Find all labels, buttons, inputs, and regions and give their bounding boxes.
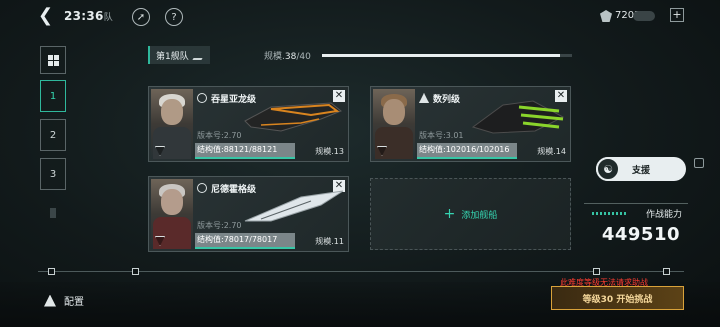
edit-pencil-icon[interactable]	[192, 50, 207, 60]
ship-hp-bar	[195, 247, 295, 249]
start-challenge-button[interactable]: 等级30 开始挑战	[551, 286, 684, 310]
combat-power-label: 作战能力	[645, 210, 682, 220]
timeline-node	[663, 268, 670, 275]
ship-version: 版本号:2.70	[197, 221, 242, 230]
add-resource-button[interactable]: +	[670, 8, 684, 22]
ship-hp: 结构值:78017/78017	[195, 233, 295, 247]
clock-text: 23:36队	[64, 9, 114, 23]
ship-card-2[interactable]: 数列级 ✕ 版本号:3.01 结构值:102016/102016 规模.14	[370, 86, 571, 162]
resource-slot	[633, 11, 655, 21]
ship-card-3[interactable]: 尼德霍格级 ✕ 版本号:2.70 结构值:78017/78017 规模.11	[148, 176, 349, 252]
help-icon[interactable]: ?	[165, 8, 183, 26]
config-label: 配置	[64, 297, 84, 308]
fleet-tab-1[interactable]: 1	[40, 80, 66, 112]
ship-scale: 规模.11	[315, 237, 344, 246]
ship-image	[244, 102, 342, 132]
combat-power-value: 449510	[601, 224, 680, 245]
collapse-icon[interactable]	[694, 158, 704, 168]
rocket-icon[interactable]: ➚	[132, 8, 150, 26]
ship-version: 版本号:3.01	[419, 131, 464, 140]
ship-type-icon	[419, 93, 429, 103]
ship-version: 版本号:2.70	[197, 131, 242, 140]
config-icon	[44, 294, 56, 307]
ship-type-icon	[197, 183, 207, 193]
ship-name: 数列级	[433, 95, 461, 105]
ship-hp: 结构值:88121/88121	[195, 143, 295, 157]
captain-portrait	[151, 179, 193, 249]
ship-card-1[interactable]: 吞星亚龙级 ✕ 版本号:2.70 结构值:88121/88121 规模.13	[148, 86, 349, 162]
fleet-grid-button[interactable]	[40, 46, 66, 74]
top-bar: ❮ 23:36队 ➚ ? 7202 +	[0, 0, 720, 34]
captain-portrait	[151, 89, 193, 159]
handshake-icon: ☯	[596, 157, 620, 181]
power-ticks-decoration	[592, 212, 628, 215]
timeline-node	[593, 268, 600, 275]
fleet-tab-2[interactable]: 2	[40, 119, 66, 151]
grid-icon	[47, 54, 59, 66]
fleet-scale-bar	[322, 54, 572, 57]
combat-power-panel: 作战能力 449510	[584, 203, 688, 249]
captain-portrait	[373, 89, 415, 159]
ship-hp: 结构值:102016/102016	[417, 143, 517, 157]
ship-hp-bar	[417, 157, 517, 159]
timeline-node	[132, 268, 139, 275]
ship-scale: 规模.14	[537, 147, 566, 156]
fleet-scale-fill	[322, 54, 560, 57]
ship-hp-bar	[195, 157, 295, 159]
timeline-node	[48, 268, 55, 275]
fleet-tab-3[interactable]: 3	[40, 158, 66, 190]
config-button[interactable]: 配置	[44, 293, 84, 308]
fleet-name: 第1舰队	[156, 51, 189, 62]
fleet-header: 第1舰队	[148, 46, 210, 64]
start-challenge-label: 等级30 开始挑战	[582, 294, 653, 305]
fleet-scale-label: 规模.38/40	[264, 52, 311, 62]
support-label: 支援	[632, 165, 651, 176]
fleet-tab-more	[50, 208, 56, 218]
add-ship-button[interactable]: + 添加舰船	[370, 178, 571, 250]
support-button[interactable]: ☯ 支援	[596, 157, 686, 181]
ship-type-icon	[197, 93, 207, 103]
add-ship-label: 添加舰船	[461, 210, 498, 221]
ship-scale: 规模.13	[315, 147, 344, 156]
back-arrow-icon[interactable]: ❮	[38, 7, 54, 25]
plus-icon: +	[443, 206, 456, 222]
ship-image	[244, 190, 344, 222]
fleet-name-field[interactable]: 第1舰队	[148, 46, 210, 64]
ship-image	[471, 100, 565, 134]
resource-crystal-icon	[600, 10, 612, 22]
